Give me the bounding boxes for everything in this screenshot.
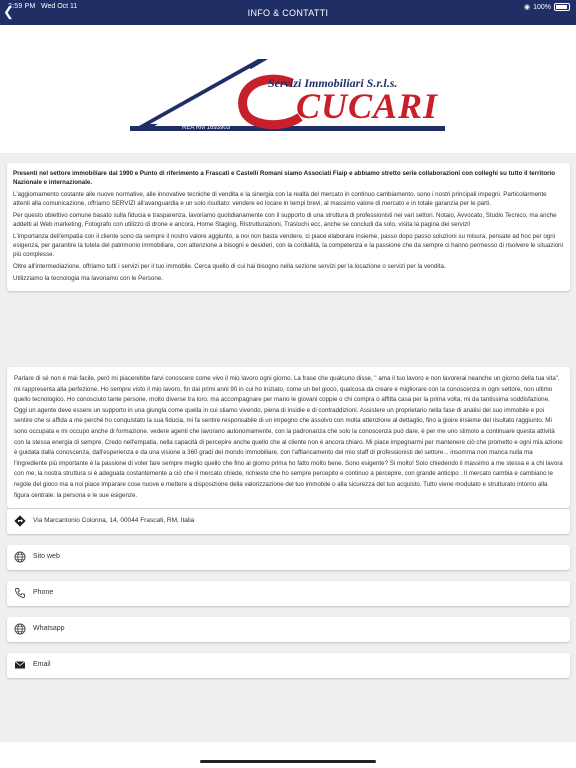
directions-icon [14, 515, 26, 527]
envelope-icon [14, 661, 26, 669]
page-title: INFO & CONTATTI [247, 8, 329, 18]
whatsapp-label: Whatsapp [33, 625, 65, 632]
logo-registration: REA RM 1693903 [182, 125, 231, 131]
intro-paragraph: Oltre all'intermediazione, offriamo tutt… [13, 262, 446, 270]
intro-paragraph: Per questo obiettivo comune basato sulla… [13, 211, 557, 229]
website-row[interactable]: Sito web [7, 545, 570, 570]
email-label: Email [33, 661, 51, 668]
whatsapp-row[interactable]: Whatsapp [7, 617, 570, 642]
intro-paragraph: L'aggiornamento costante alle nuove norm… [13, 190, 547, 208]
navigation-bar: ❮ 2:59 PM Wed Oct 11 INFO & CONTATTI ◉ 1… [0, 0, 576, 25]
status-indicators: ◉ 100% [524, 3, 570, 11]
phone-label: Phone [33, 589, 54, 596]
battery-percent: 100% [533, 3, 551, 11]
website-label: Sito web [33, 553, 60, 560]
bottom-safe-area [0, 742, 576, 768]
logo-name: CUCARI [296, 86, 439, 126]
battery-icon [554, 3, 570, 11]
about-text: Parlare di sé non è mai facile, però mi … [14, 375, 563, 499]
intro-lead: Presenti nel settore immobiliare dal 199… [13, 170, 556, 187]
about-card: Parlare di sé non è mai facile, però mi … [7, 367, 570, 509]
address-row[interactable]: Via Marcantonio Colonna, 14, 00044 Frasc… [7, 509, 570, 534]
globe-icon [14, 623, 26, 635]
home-indicator[interactable] [200, 760, 376, 763]
email-row[interactable]: Email [7, 653, 570, 678]
intro-paragraph: L'importanza dell'empatia con il cliente… [13, 232, 563, 259]
intro-card: Presenti nel settore immobiliare dal 199… [7, 163, 570, 292]
phone-icon [15, 588, 25, 598]
wifi-icon: ◉ [523, 4, 531, 11]
phone-row[interactable]: Phone [7, 581, 570, 606]
address-label: Via Marcantonio Colonna, 14, 00044 Frasc… [33, 517, 195, 524]
logo-area: Servizi Immobiliari S.r.l.s. CUCARI REA … [0, 25, 576, 153]
globe-icon [14, 551, 26, 563]
intro-paragraph: Utilizziamo la tecnologia ma lavoriamo c… [13, 274, 163, 282]
